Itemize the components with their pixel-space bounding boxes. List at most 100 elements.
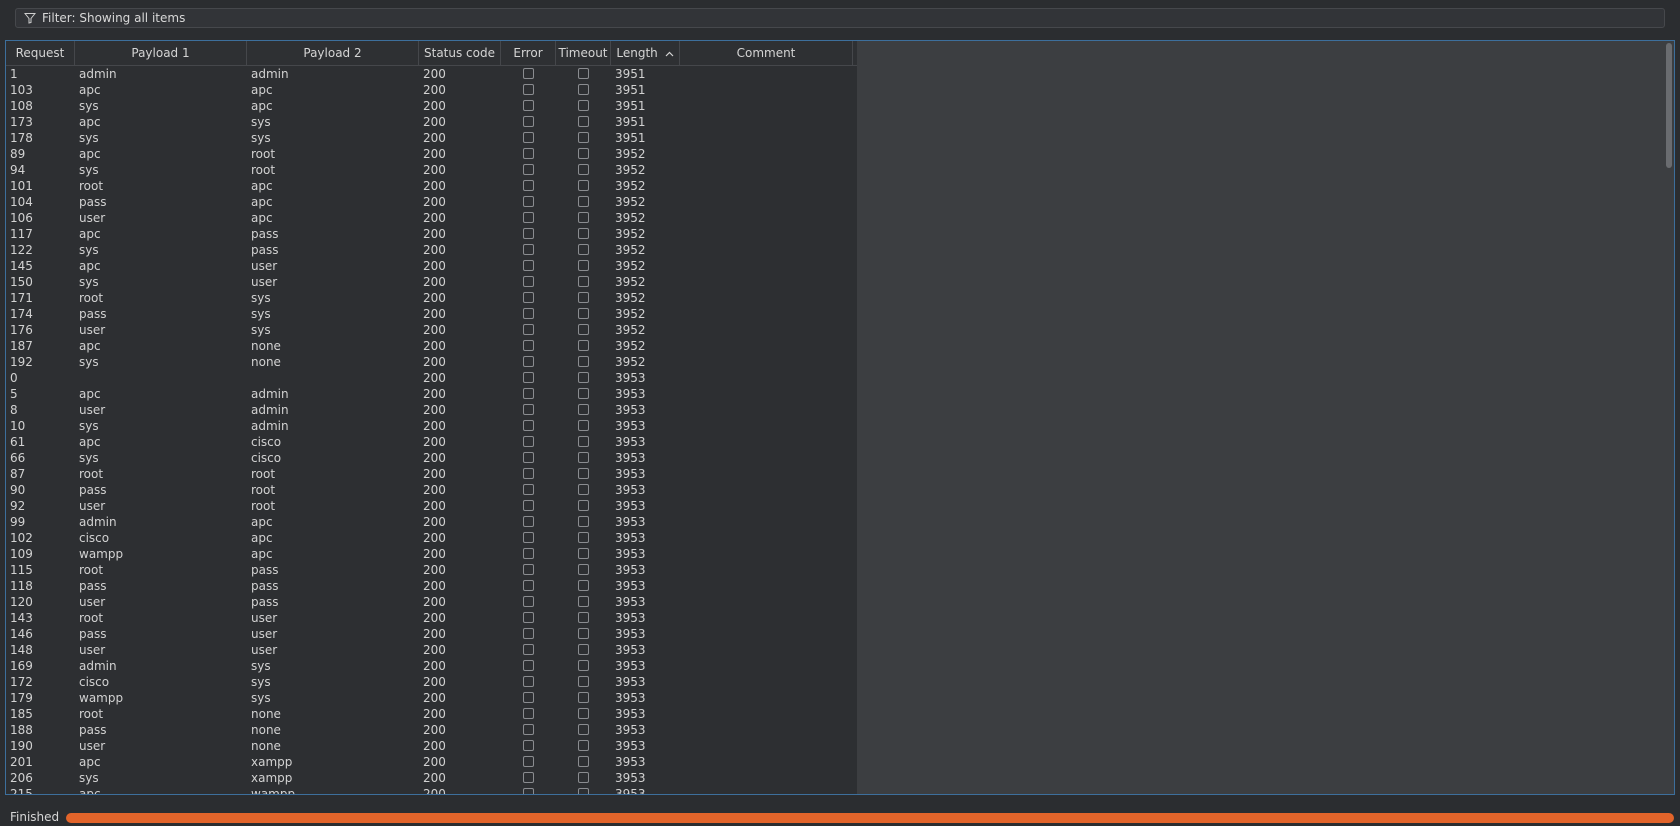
timeout-checkbox[interactable] <box>578 564 589 575</box>
error-checkbox[interactable] <box>523 468 534 479</box>
timeout-checkbox[interactable] <box>578 84 589 95</box>
error-checkbox[interactable] <box>523 196 534 207</box>
table-row[interactable]: 174 pass sys 200 3952 <box>6 306 857 322</box>
timeout-checkbox[interactable] <box>578 500 589 511</box>
table-row[interactable]: 148 user user 200 3953 <box>6 642 857 658</box>
timeout-checkbox[interactable] <box>578 756 589 767</box>
table-row[interactable]: 178 sys sys 200 3951 <box>6 130 857 146</box>
error-checkbox[interactable] <box>523 436 534 447</box>
table-row[interactable]: 99 admin apc 200 3953 <box>6 514 857 530</box>
table-row[interactable]: 8 user admin 200 3953 <box>6 402 857 418</box>
error-checkbox[interactable] <box>523 596 534 607</box>
error-checkbox[interactable] <box>523 100 534 111</box>
timeout-checkbox[interactable] <box>578 660 589 671</box>
table-row[interactable]: 206 sys xampp 200 3953 <box>6 770 857 786</box>
timeout-checkbox[interactable] <box>578 132 589 143</box>
timeout-checkbox[interactable] <box>578 244 589 255</box>
timeout-checkbox[interactable] <box>578 148 589 159</box>
timeout-checkbox[interactable] <box>578 628 589 639</box>
error-checkbox[interactable] <box>523 756 534 767</box>
timeout-checkbox[interactable] <box>578 100 589 111</box>
table-row[interactable]: 187 apc none 200 3952 <box>6 338 857 354</box>
table-row[interactable]: 192 sys none 200 3952 <box>6 354 857 370</box>
timeout-checkbox[interactable] <box>578 612 589 623</box>
table-row[interactable]: 169 admin sys 200 3953 <box>6 658 857 674</box>
table-row[interactable]: 115 root pass 200 3953 <box>6 562 857 578</box>
error-checkbox[interactable] <box>523 212 534 223</box>
table-row[interactable]: 122 sys pass 200 3952 <box>6 242 857 258</box>
table-row[interactable]: 185 root none 200 3953 <box>6 706 857 722</box>
timeout-checkbox[interactable] <box>578 308 589 319</box>
timeout-checkbox[interactable] <box>578 676 589 687</box>
table-row[interactable]: 61 apc cisco 200 3953 <box>6 434 857 450</box>
timeout-checkbox[interactable] <box>578 788 589 794</box>
timeout-checkbox[interactable] <box>578 180 589 191</box>
timeout-checkbox[interactable] <box>578 516 589 527</box>
table-row[interactable]: 120 user pass 200 3953 <box>6 594 857 610</box>
error-checkbox[interactable] <box>523 532 534 543</box>
table-row[interactable]: 190 user none 200 3953 <box>6 738 857 754</box>
error-checkbox[interactable] <box>523 148 534 159</box>
error-checkbox[interactable] <box>523 724 534 735</box>
timeout-checkbox[interactable] <box>578 580 589 591</box>
table-row[interactable]: 117 apc pass 200 3952 <box>6 226 857 242</box>
error-checkbox[interactable] <box>523 500 534 511</box>
table-row[interactable]: 176 user sys 200 3952 <box>6 322 857 338</box>
table-row[interactable]: 146 pass user 200 3953 <box>6 626 857 642</box>
table-row[interactable]: 90 pass root 200 3953 <box>6 482 857 498</box>
error-checkbox[interactable] <box>523 484 534 495</box>
table-row[interactable]: 145 apc user 200 3952 <box>6 258 857 274</box>
column-header-comment[interactable]: Comment <box>680 41 853 65</box>
error-checkbox[interactable] <box>523 452 534 463</box>
column-header-payload-2[interactable]: Payload 2 <box>247 41 419 65</box>
timeout-checkbox[interactable] <box>578 164 589 175</box>
timeout-checkbox[interactable] <box>578 436 589 447</box>
error-checkbox[interactable] <box>523 340 534 351</box>
table-row[interactable]: 102 cisco apc 200 3953 <box>6 530 857 546</box>
error-checkbox[interactable] <box>523 628 534 639</box>
table-row[interactable]: 0 200 3953 <box>6 370 857 386</box>
table-row[interactable]: 66 sys cisco 200 3953 <box>6 450 857 466</box>
error-checkbox[interactable] <box>523 772 534 783</box>
table-row[interactable]: 118 pass pass 200 3953 <box>6 578 857 594</box>
timeout-checkbox[interactable] <box>578 260 589 271</box>
table-row[interactable]: 1 admin admin 200 3951 <box>6 66 857 82</box>
error-checkbox[interactable] <box>523 260 534 271</box>
table-row[interactable]: 104 pass apc 200 3952 <box>6 194 857 210</box>
scrollbar-thumb[interactable] <box>1666 43 1672 168</box>
timeout-checkbox[interactable] <box>578 340 589 351</box>
timeout-checkbox[interactable] <box>578 740 589 751</box>
table-row[interactable]: 87 root root 200 3953 <box>6 466 857 482</box>
error-checkbox[interactable] <box>523 420 534 431</box>
timeout-checkbox[interactable] <box>578 420 589 431</box>
error-checkbox[interactable] <box>523 292 534 303</box>
table-row[interactable]: 143 root user 200 3953 <box>6 610 857 626</box>
column-header-request[interactable]: Request <box>6 41 75 65</box>
table-row[interactable]: 188 pass none 200 3953 <box>6 722 857 738</box>
error-checkbox[interactable] <box>523 132 534 143</box>
timeout-checkbox[interactable] <box>578 228 589 239</box>
timeout-checkbox[interactable] <box>578 468 589 479</box>
error-checkbox[interactable] <box>523 116 534 127</box>
column-header-length[interactable]: Length <box>611 41 680 65</box>
error-checkbox[interactable] <box>523 308 534 319</box>
error-checkbox[interactable] <box>523 548 534 559</box>
timeout-checkbox[interactable] <box>578 548 589 559</box>
column-header-error[interactable]: Error <box>501 41 556 65</box>
table-row[interactable]: 201 apc xampp 200 3953 <box>6 754 857 770</box>
table-row[interactable]: 150 sys user 200 3952 <box>6 274 857 290</box>
table-row[interactable]: 173 apc sys 200 3951 <box>6 114 857 130</box>
error-checkbox[interactable] <box>523 564 534 575</box>
timeout-checkbox[interactable] <box>578 644 589 655</box>
table-row[interactable]: 106 user apc 200 3952 <box>6 210 857 226</box>
column-header-payload-1[interactable]: Payload 1 <box>75 41 247 65</box>
timeout-checkbox[interactable] <box>578 68 589 79</box>
error-checkbox[interactable] <box>523 84 534 95</box>
timeout-checkbox[interactable] <box>578 388 589 399</box>
timeout-checkbox[interactable] <box>578 772 589 783</box>
timeout-checkbox[interactable] <box>578 372 589 383</box>
table-row[interactable]: 103 apc apc 200 3951 <box>6 82 857 98</box>
error-checkbox[interactable] <box>523 404 534 415</box>
timeout-checkbox[interactable] <box>578 708 589 719</box>
table-row[interactable]: 171 root sys 200 3952 <box>6 290 857 306</box>
